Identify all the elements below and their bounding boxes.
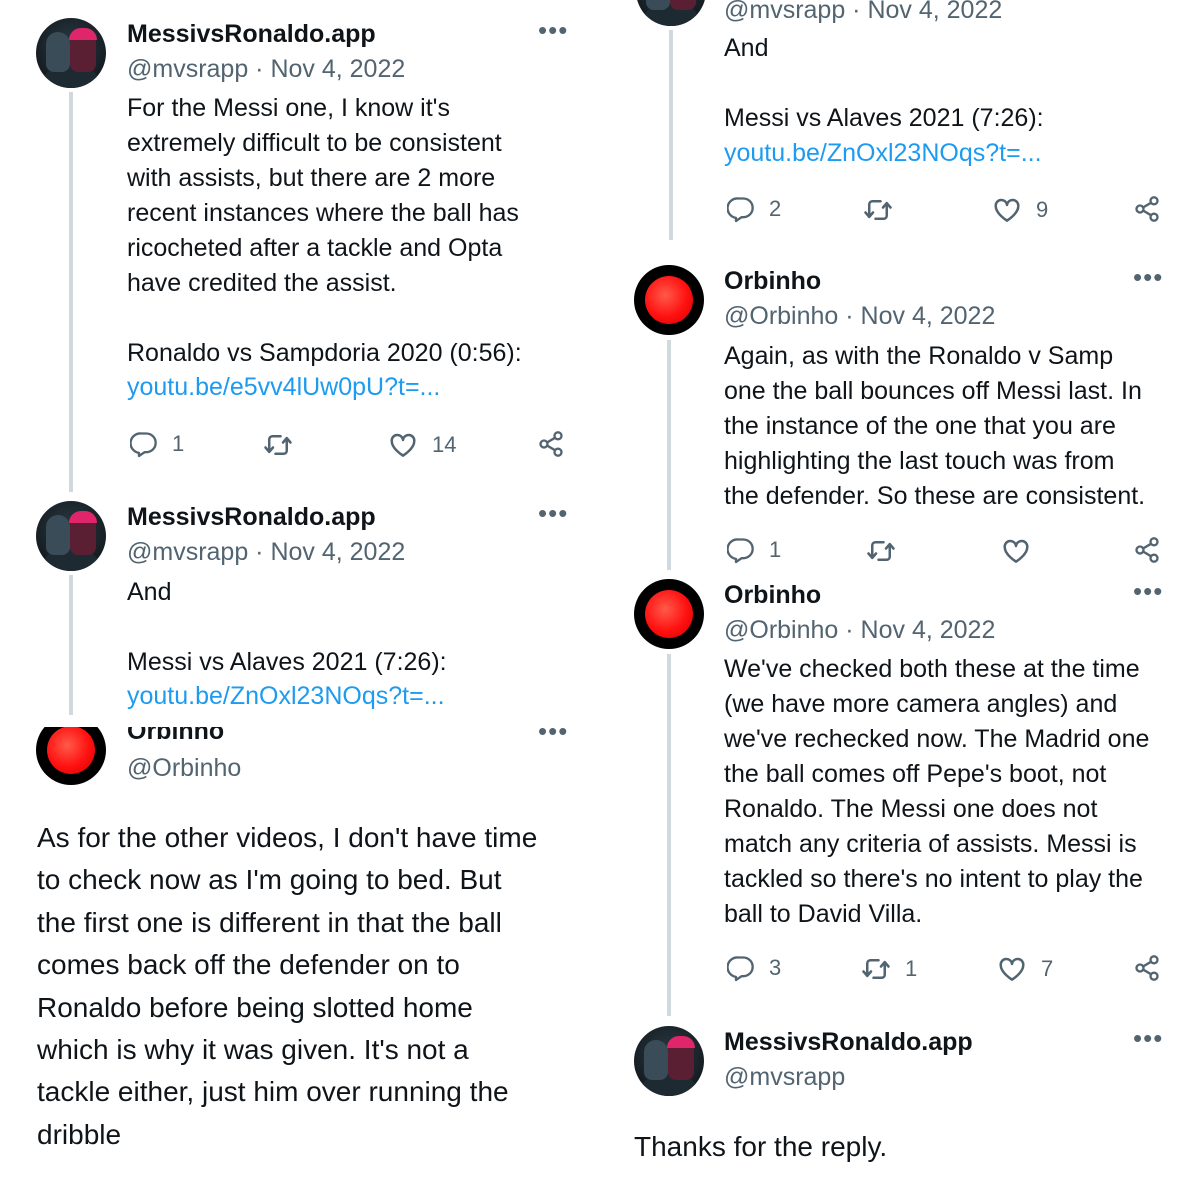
reply-count: 2 (769, 196, 782, 221)
like-icon (388, 430, 418, 460)
like-button[interactable]: 9 (992, 195, 1048, 225)
share-button[interactable] (1133, 195, 1161, 223)
retweet-icon (863, 195, 893, 225)
reply-count: 1 (172, 431, 185, 456)
share-icon (1133, 536, 1161, 564)
avatar[interactable] (36, 501, 106, 571)
handle-date: @mvsrapp · Nov 4, 2022 (724, 0, 1003, 24)
tweet-link[interactable]: youtu.be/ZnOxl23NOqs?t=... (127, 682, 445, 711)
retweet-icon (866, 536, 896, 566)
reply-button[interactable]: 1 (130, 430, 184, 458)
retweet-button[interactable] (863, 195, 907, 225)
tweet-text: We've checked both these at the time (we… (724, 655, 1150, 928)
author-name[interactable]: Orbinho (724, 267, 821, 296)
share-button[interactable] (1133, 536, 1161, 564)
reply-icon (727, 954, 755, 982)
tweet-text: As for the other videos, I don't have ti… (37, 822, 538, 1150)
author-name[interactable]: MessivsRonaldo.app (127, 503, 376, 532)
reply-count: 3 (769, 955, 782, 980)
like-button[interactable]: 14 (388, 430, 456, 460)
retweet-icon (263, 430, 293, 460)
handle-date: @Orbinho · Nov 4, 2022 (724, 616, 996, 644)
reply-button[interactable]: 3 (727, 954, 781, 982)
like-icon (997, 954, 1027, 984)
tweet-text: And Messi vs Alaves 2021 (7:26): (127, 578, 447, 676)
thread-line (667, 340, 671, 570)
thread-line (667, 654, 671, 1016)
thread-line (69, 575, 73, 715)
avatar[interactable] (36, 727, 106, 785)
share-button[interactable] (537, 430, 565, 458)
reply-count: 1 (769, 537, 782, 562)
like-count: 7 (1041, 956, 1054, 981)
tweet-text: And Messi vs Alaves 2021 (7:26): (724, 34, 1044, 132)
handle-date: @mvsrapp · Nov 4, 2022 (127, 538, 406, 566)
tweet-link[interactable]: youtu.be/e5vv4lUw0pU?t=... (127, 373, 440, 402)
more-dots-icon[interactable]: ••• (538, 17, 568, 43)
more-dots-icon[interactable]: ••• (1133, 1025, 1163, 1051)
handle-date: @Orbinho · Nov 4, 2022 (724, 302, 996, 330)
handle-date: @mvsrapp · Nov 4, 2022 (127, 55, 406, 83)
author-name[interactable]: MessivsRonaldo.app (724, 1028, 973, 1057)
like-icon (1001, 536, 1031, 566)
reply-button[interactable]: 1 (727, 536, 781, 564)
handle: @Orbinho (127, 754, 242, 782)
reply-icon (727, 195, 755, 223)
share-icon (537, 430, 565, 458)
retweet-button[interactable]: 1 (861, 954, 917, 984)
more-dots-icon[interactable]: ••• (538, 727, 568, 744)
reply-icon (727, 536, 755, 564)
retweet-button[interactable] (263, 430, 307, 460)
more-dots-icon[interactable]: ••• (1133, 578, 1163, 604)
share-icon (1133, 954, 1161, 982)
share-button[interactable] (1133, 954, 1161, 982)
author-name[interactable]: Orbinho (724, 581, 821, 610)
tweet-text: Again, as with the Ronaldo v Samp one th… (724, 342, 1146, 510)
like-button[interactable]: 7 (997, 954, 1053, 984)
retweet-count: 1 (905, 956, 918, 981)
tweet-link[interactable]: youtu.be/ZnOxl23NOqs?t=... (724, 139, 1042, 168)
avatar[interactable] (636, 0, 706, 26)
like-icon (992, 195, 1022, 225)
reply-button[interactable]: 2 (727, 195, 781, 223)
focused-tweet: Orbinho @Orbinho ••• As for the other vi… (0, 727, 600, 1200)
tweet-text: Thanks for the reply. (634, 1131, 888, 1162)
avatar[interactable] (36, 18, 106, 88)
thread-line (669, 30, 673, 240)
share-icon (1133, 195, 1161, 223)
avatar[interactable] (634, 1026, 704, 1096)
avatar[interactable] (634, 579, 704, 649)
retweet-button[interactable] (866, 536, 910, 566)
tweet-text: For the Messi one, I know it's extremely… (127, 94, 522, 367)
like-button[interactable] (1001, 536, 1045, 566)
more-dots-icon[interactable]: ••• (538, 500, 568, 526)
author-name[interactable]: Orbinho (127, 727, 224, 746)
author-name[interactable]: MessivsRonaldo.app (127, 20, 376, 49)
more-dots-icon[interactable]: ••• (1133, 264, 1163, 290)
reply-icon (130, 430, 158, 458)
handle: @mvsrapp (724, 1063, 846, 1091)
thread-line (69, 92, 73, 492)
retweet-icon (861, 954, 891, 984)
like-count: 9 (1036, 197, 1049, 222)
avatar[interactable] (634, 265, 704, 335)
like-count: 14 (432, 432, 457, 457)
